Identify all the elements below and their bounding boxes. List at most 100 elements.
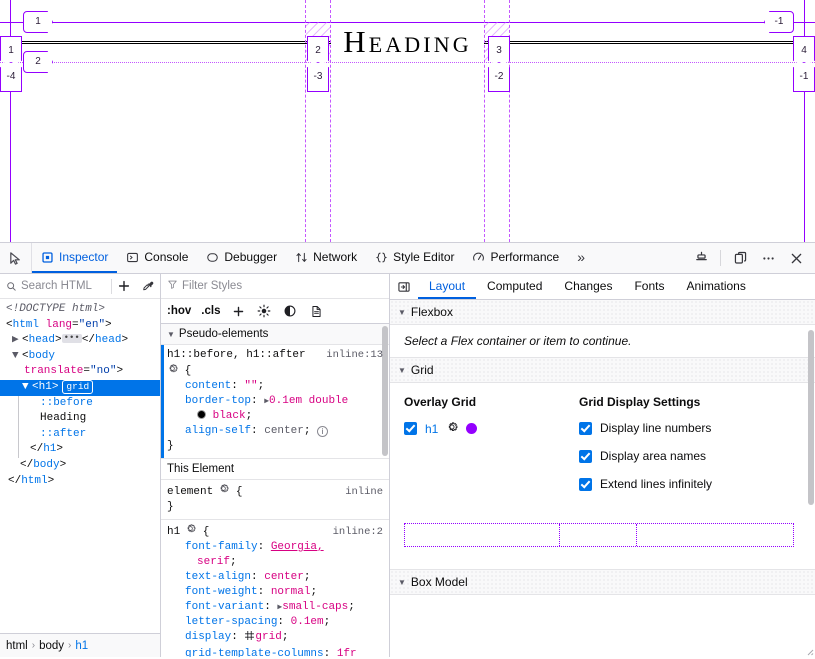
decl-font-weight-value[interactable]: normal <box>271 586 311 598</box>
tree-line-body[interactable]: ▼<body <box>0 349 160 365</box>
decl-text-align-prop[interactable]: text-align <box>185 571 251 583</box>
grid-column-number-4[interactable]: 4 <box>793 36 815 66</box>
close-icon[interactable] <box>783 245 809 271</box>
light-scheme-icon[interactable] <box>256 304 272 318</box>
class-toggle[interactable]: .cls <box>201 305 220 317</box>
pseudo-class-toggle[interactable]: :hov <box>167 305 191 317</box>
extend-lines-infinitely-checkbox[interactable] <box>579 478 592 491</box>
expand-pane-icon[interactable] <box>390 274 418 299</box>
twisty-expanded-h1-icon[interactable]: ▼ <box>22 380 32 396</box>
search-input[interactable]: Search HTML <box>21 280 111 292</box>
tree-line-html[interactable]: <html lang="en"> <box>0 318 160 334</box>
decl-letter-spacing-prop[interactable]: letter-spacing <box>185 616 277 628</box>
tab-overflow-chevrons[interactable]: » <box>568 243 594 273</box>
tab-changes[interactable]: Changes <box>553 274 623 299</box>
tab-layout[interactable]: Layout <box>418 274 476 299</box>
decl-font-variant-prop[interactable]: font-variant <box>185 601 264 613</box>
grid-badge[interactable]: grid <box>62 380 93 394</box>
layout-scrollbar[interactable] <box>808 330 814 505</box>
rule-h1[interactable]: h1 { inline:2 font-family: Georgia, seri… <box>161 520 389 657</box>
grid-column-number--4[interactable]: -4 <box>0 62 22 92</box>
decl-align-self-prop[interactable]: align-self <box>185 425 251 437</box>
grid-column-number--2[interactable]: -2 <box>488 62 510 92</box>
gear-icon[interactable] <box>167 363 178 374</box>
grid-row-number-2[interactable]: 2 <box>23 51 53 73</box>
decl-font-family-value2[interactable]: serif <box>197 556 230 568</box>
decl-text-align-value[interactable]: center <box>264 571 304 583</box>
add-rule-button[interactable] <box>230 305 246 318</box>
section-pseudo-elements[interactable]: ▼ Pseudo-elements <box>161 324 389 345</box>
tree-line-before[interactable]: ::before <box>0 396 160 412</box>
decl-font-family-value[interactable]: Georgia, <box>271 541 324 553</box>
grid-row-number--1[interactable]: -1 <box>764 11 794 33</box>
accordion-flexbox[interactable]: ▼ Flexbox <box>390 300 815 325</box>
rules-scroll-area[interactable]: ▼ Pseudo-elements h1::before, h1::after … <box>161 324 389 657</box>
decl-content-prop[interactable]: content <box>185 380 231 392</box>
tree-line-body-attr[interactable]: translate="no"> <box>0 364 160 380</box>
breadcrumb-body[interactable]: body <box>39 640 64 652</box>
decl-font-family-prop[interactable]: font-family <box>185 541 258 553</box>
tree-line-head[interactable]: ▶<head>•••</head> <box>0 333 160 349</box>
eyedropper-icon[interactable] <box>136 280 160 293</box>
decl-display-value[interactable]: grid <box>255 631 281 643</box>
color-swatch-black[interactable] <box>197 410 206 419</box>
setting-display-area-names[interactable]: Display area names <box>579 449 801 463</box>
grid-settings-gear-icon[interactable] <box>446 421 458 436</box>
tab-style-editor[interactable]: Style Editor <box>366 243 463 273</box>
tab-computed[interactable]: Computed <box>476 274 553 299</box>
tree-line-h1-selected[interactable]: ▼<h1>grid <box>0 380 160 396</box>
tree-line-h1-close[interactable]: </h1> <box>0 442 160 458</box>
overlay-grid-checkbox[interactable] <box>404 422 417 435</box>
gear-icon-element[interactable] <box>218 483 229 494</box>
setting-display-line-numbers[interactable]: Display line numbers <box>579 421 801 435</box>
tab-inspector[interactable]: Inspector <box>32 243 117 273</box>
pseudo-rule-source[interactable]: inline:13 <box>326 348 383 363</box>
tree-line-after[interactable]: ::after <box>0 427 160 443</box>
plus-icon[interactable] <box>112 279 136 293</box>
decl-border-top-color[interactable]: black <box>213 410 246 422</box>
tab-fonts[interactable]: Fonts <box>623 274 675 299</box>
accordion-grid[interactable]: ▼ Grid <box>390 358 815 383</box>
breadcrumb-h1[interactable]: h1 <box>75 640 88 652</box>
h1-rule-source[interactable]: inline:2 <box>333 525 383 540</box>
twisty-expanded-icon[interactable]: ▼ <box>12 349 22 365</box>
decl-border-top-prop[interactable]: border-top <box>185 395 251 407</box>
tab-console[interactable]: Console <box>117 243 197 273</box>
twisty-collapsed-icon[interactable]: ▶ <box>12 333 22 349</box>
decl-align-self-value[interactable]: center <box>264 425 304 437</box>
element-picker-icon[interactable] <box>0 243 32 273</box>
gear-icon-h1[interactable] <box>185 523 196 534</box>
tree-line-html-close[interactable]: </html> <box>0 474 160 490</box>
tab-animations[interactable]: Animations <box>675 274 756 299</box>
overlay-grid-element-name[interactable]: h1 <box>425 422 438 436</box>
grid-column-number-1[interactable]: 1 <box>0 36 22 66</box>
pseudo-rule-selector[interactable]: h1::before, h1::after <box>167 348 306 363</box>
h1-rule-selector[interactable]: h1 <box>167 525 180 540</box>
layout-scroll-area[interactable]: ▼ Flexbox Select a Flex container or ite… <box>390 300 815 657</box>
rule-element-inline[interactable]: element { inline } <box>161 480 389 520</box>
rule-pseudo-elements[interactable]: h1::before, h1::after inline:13 { conten… <box>161 345 389 459</box>
grid-outline-preview[interactable] <box>404 523 794 547</box>
grid-overlay-color-swatch[interactable] <box>466 423 477 434</box>
display-area-names-checkbox[interactable] <box>579 450 592 463</box>
breadcrumb-html[interactable]: html <box>6 640 28 652</box>
info-icon[interactable]: i <box>317 426 328 437</box>
element-rule-source[interactable]: inline <box>345 485 383 500</box>
filter-styles-input[interactable]: Filter Styles <box>182 280 242 292</box>
tree-line-doctype[interactable]: <!DOCTYPE html> <box>0 302 160 318</box>
grid-preview-cell-3[interactable] <box>637 524 793 546</box>
grid-preview-cell-1[interactable] <box>405 524 560 546</box>
grid-column-number--1[interactable]: -1 <box>793 62 815 92</box>
print-preview-icon[interactable] <box>308 305 324 318</box>
decl-display-prop[interactable]: display <box>185 631 231 643</box>
tab-network[interactable]: Network <box>286 243 366 273</box>
grid-column-number-2[interactable]: 2 <box>307 36 329 66</box>
tab-performance[interactable]: Performance <box>463 243 568 273</box>
dark-scheme-icon[interactable] <box>282 304 298 318</box>
tree-line-body-close[interactable]: </body> <box>0 458 160 474</box>
grid-column-number--3[interactable]: -3 <box>307 62 329 92</box>
meatball-menu-icon[interactable] <box>755 245 781 271</box>
grid-row-number-1[interactable]: 1 <box>23 11 53 33</box>
grid-toggle-icon[interactable] <box>244 630 255 647</box>
grid-preview-cell-2[interactable] <box>560 524 637 546</box>
